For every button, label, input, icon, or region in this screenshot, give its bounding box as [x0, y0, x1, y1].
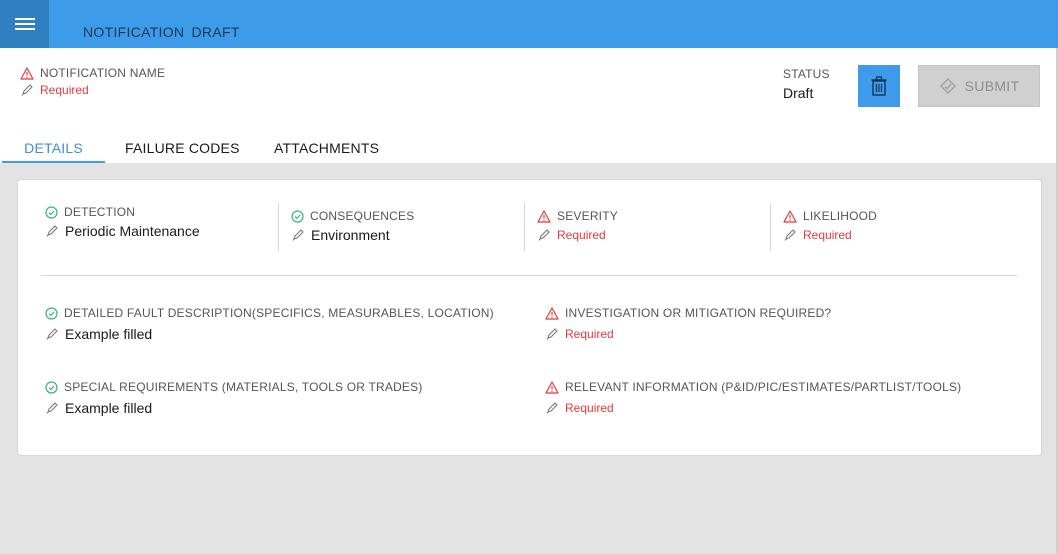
tab-failure-codes-label: FAILURE CODES [125, 140, 240, 156]
pencil-icon [546, 328, 558, 340]
pencil-icon [546, 402, 558, 414]
severity-field[interactable]: SEVERITY Required [537, 208, 618, 244]
trash-icon [871, 76, 887, 96]
relevant-info-field[interactable]: RELEVANT INFORMATION (P&ID/PIC/ESTIMATES… [545, 379, 961, 417]
likelihood-label: LIKELIHOOD [803, 209, 878, 223]
tab-details[interactable]: DETAILS [2, 135, 105, 163]
detection-label: DETECTION [64, 205, 136, 219]
notification-name-value: Required [40, 83, 89, 97]
investigation-label: INVESTIGATION OR MITIGATION REQUIRED? [565, 306, 832, 320]
divider [770, 203, 771, 251]
check-circle-icon [291, 209, 304, 223]
status-label: STATUS [783, 67, 830, 81]
warning-icon [20, 66, 34, 80]
tab-bar: DETAILS FAILURE CODES ATTACHMENTS [0, 135, 1058, 163]
notification-name-label: NOTIFICATION NAME [40, 66, 166, 80]
likelihood-value: Required [803, 228, 852, 242]
hamburger-icon [15, 18, 35, 30]
divider [524, 203, 525, 251]
detection-field[interactable]: DETECTION Periodic Maintenance [45, 204, 200, 240]
delete-button[interactable] [858, 65, 900, 107]
investigation-field[interactable]: INVESTIGATION OR MITIGATION REQUIRED? Re… [545, 305, 831, 343]
notification-name-field[interactable]: NOTIFICATION NAME Required [20, 65, 165, 98]
pencil-icon [292, 229, 304, 241]
check-circle-icon [45, 380, 58, 394]
warning-icon [545, 306, 559, 320]
divider [278, 203, 279, 251]
detection-value: Periodic Maintenance [65, 223, 200, 239]
pencil-icon [784, 229, 796, 241]
relevant-info-label: RELEVANT INFORMATION (P&ID/PIC/ESTIMATES… [565, 380, 962, 394]
page-title: NOTIFICATION DRAFT [83, 24, 240, 40]
pencil-icon [46, 402, 58, 414]
notification-header: NOTIFICATION NAME Required STATUS Draft … [0, 48, 1058, 163]
submit-label: SUBMIT [964, 78, 1020, 94]
tab-details-label: DETAILS [24, 140, 83, 156]
details-card: DETECTION Periodic Maintenance CONSEQUEN… [17, 179, 1042, 456]
warning-icon [545, 380, 559, 394]
check-circle-icon [45, 306, 58, 320]
likelihood-field[interactable]: LIKELIHOOD Required [783, 208, 877, 244]
pencil-icon [21, 84, 33, 96]
fault-description-label: DETAILED FAULT DESCRIPTION(SPECIFICS, ME… [64, 306, 494, 320]
app-header: NOTIFICATION DRAFT [0, 0, 1058, 48]
consequences-value: Environment [311, 227, 390, 243]
consequences-label: CONSEQUENCES [310, 209, 415, 223]
pencil-icon [538, 229, 550, 241]
hamburger-menu-button[interactable] [0, 0, 49, 48]
consequences-field[interactable]: CONSEQUENCES Environment [291, 208, 414, 244]
pencil-icon [46, 328, 58, 340]
tab-attachments-label: ATTACHMENTS [274, 140, 380, 156]
pencil-icon [46, 225, 58, 237]
status-value: Draft [783, 85, 814, 101]
warning-icon [783, 209, 797, 223]
status-display: STATUS Draft [783, 65, 830, 101]
submit-icon [939, 78, 956, 94]
severity-label: SEVERITY [557, 209, 618, 223]
relevant-info-value: Required [565, 401, 614, 415]
special-requirements-value: Example filled [65, 400, 153, 416]
severity-value: Required [557, 228, 606, 242]
fault-description-field[interactable]: DETAILED FAULT DESCRIPTION(SPECIFICS, ME… [45, 305, 494, 343]
tab-failure-codes[interactable]: FAILURE CODES [125, 135, 240, 163]
special-requirements-field[interactable]: SPECIAL REQUIREMENTS (MATERIALS, TOOLS O… [45, 379, 423, 417]
investigation-value: Required [565, 327, 614, 341]
warning-icon [537, 209, 551, 223]
tab-attachments[interactable]: ATTACHMENTS [274, 135, 379, 163]
check-circle-icon [45, 205, 58, 219]
submit-button[interactable]: SUBMIT [918, 65, 1040, 107]
fault-description-value: Example filled [65, 326, 153, 342]
special-requirements-label: SPECIAL REQUIREMENTS (MATERIALS, TOOLS O… [64, 380, 423, 394]
section-divider [41, 275, 1017, 276]
